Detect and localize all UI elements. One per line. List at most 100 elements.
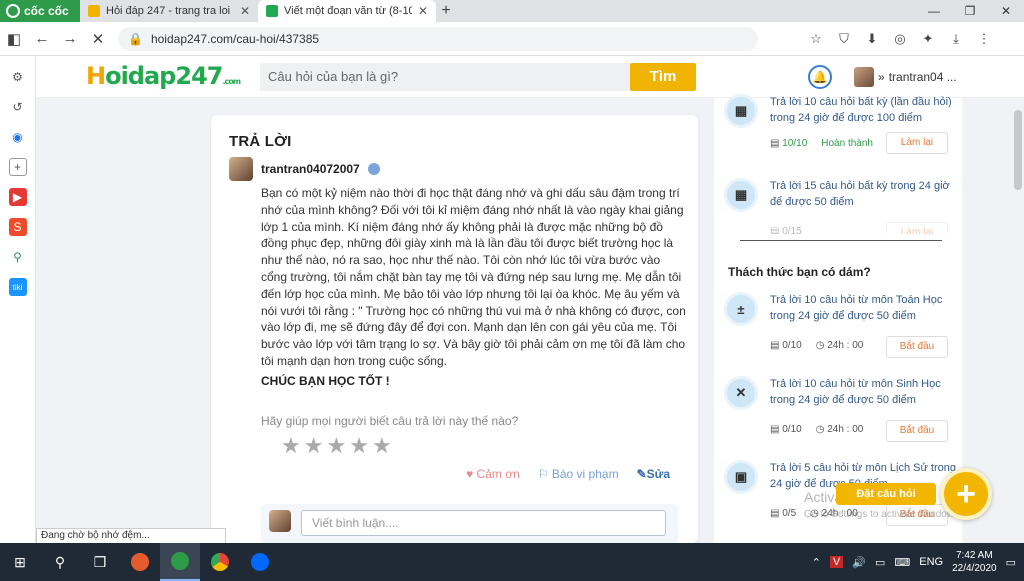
url-field[interactable]: 🔒 hoidap247.com/cau-hoi/437385 — [118, 26, 758, 51]
site-logo[interactable]: Hoidap247.com — [86, 62, 241, 90]
shield-icon[interactable]: ⛉ — [836, 31, 852, 47]
search-input[interactable]: Câu hỏi của bạn là gì? — [260, 63, 630, 91]
menu-icon[interactable]: ⋮ — [976, 31, 992, 47]
answer-actions: ♥ Cảm ơn ⚐ Báo vi phạm ✎Sửa — [466, 467, 670, 481]
edit-button[interactable]: ✎Sửa — [637, 467, 670, 481]
user-menu[interactable]: » trantran04 ... — [854, 67, 957, 87]
shopee-icon[interactable]: S — [8, 218, 27, 236]
document-icon: ▤ — [770, 508, 780, 519]
keyboard-icon[interactable]: ⌨ — [894, 556, 910, 569]
answer-author: trantran04072007 — [229, 157, 380, 181]
comment-input[interactable]: Viết bình luận.... — [301, 510, 666, 536]
window-controls: — ❐ ✕ — [916, 0, 1024, 22]
author-name[interactable]: trantran04072007 — [261, 162, 360, 176]
coccoc-taskbar-icon[interactable] — [160, 543, 200, 581]
vietkey-icon[interactable]: V — [829, 556, 844, 568]
task-view-icon[interactable]: ❒ — [80, 543, 120, 581]
download-icon[interactable]: ⤓ — [948, 31, 964, 47]
math-icon: ± — [724, 292, 758, 326]
redo-button[interactable]: Làm lại — [886, 132, 948, 154]
document-icon: ▤ — [770, 424, 780, 435]
page-scrollbar[interactable] — [1014, 110, 1022, 190]
browser-brand-button[interactable]: cốc cốc — [0, 0, 80, 22]
url-text: hoidap247.com/cau-hoi/437385 — [150, 31, 320, 46]
star-icon[interactable]: ★ — [304, 435, 324, 457]
volume-icon[interactable]: 🔊 — [852, 556, 866, 569]
zalo-taskbar-icon[interactable] — [240, 543, 280, 581]
pencil-icon: ✎ — [636, 467, 647, 481]
settings-icon[interactable]: ⚙ — [9, 68, 27, 86]
task-text: Trả lời 10 câu hỏi bất kỳ (lần đầu hỏi) … — [770, 96, 952, 124]
tab-title: Viết một đoạn văn từ (8-10 c... — [284, 5, 412, 17]
answer-heading: TRẢ LỜI — [229, 133, 292, 150]
browser-status-bar: Đang chờ bộ nhớ đệm... — [36, 528, 226, 544]
restore-icon[interactable]: ❐ — [952, 0, 988, 22]
report-button[interactable]: ⚐ Báo vi phạm — [538, 467, 619, 481]
ask-question-button[interactable]: + — [940, 468, 992, 520]
answer-body: Bạn có một kỷ niệm nào thời đi học thật … — [261, 186, 686, 368]
lock-icon: 🔒 — [128, 31, 143, 46]
language-indicator[interactable]: ENG — [919, 556, 943, 568]
download-video-icon[interactable]: ⬇ — [864, 31, 880, 47]
start-button[interactable]: Bắt đầu — [886, 336, 948, 358]
app-icon[interactable] — [120, 543, 160, 581]
thanks-button[interactable]: ♥ Cảm ơn — [466, 467, 520, 481]
tab-hoidap[interactable]: Hỏi đáp 247 - trang tra loi ✕ — [80, 0, 258, 22]
challenge-item: ✕ Trả lời 10 câu hỏi từ môn Sinh Học tro… — [724, 376, 954, 446]
hoidap-favicon-icon — [88, 5, 100, 17]
clock[interactable]: 7:42 AM 22/4/2020 — [952, 549, 997, 575]
new-tab-button[interactable]: + — [436, 0, 456, 22]
sidebar-toggle-icon[interactable]: ◧ — [0, 30, 28, 48]
avatar — [269, 510, 291, 532]
back-arrow-icon[interactable]: ← — [28, 30, 56, 47]
add-icon[interactable]: + — [8, 158, 27, 176]
stop-loading-icon[interactable]: ✕ — [84, 30, 112, 48]
tab-viet-doan-van[interactable]: Viết một đoạn văn từ (8-10 c... ✕ — [258, 0, 436, 22]
divider — [740, 240, 942, 241]
messenger-icon[interactable]: ◉ — [9, 128, 27, 146]
username: trantran04 ... — [888, 70, 957, 84]
search-button[interactable]: Tìm — [630, 63, 696, 91]
map-icon[interactable]: ⚲ — [9, 248, 27, 266]
star-icon[interactable]: ★ — [372, 435, 392, 457]
start-button[interactable]: Bắt đầu — [886, 420, 948, 442]
coccoc-extension-icon[interactable]: ◎ — [892, 31, 908, 47]
answer-closing: CHÚC BẠN HỌC TỐT ! — [261, 374, 390, 388]
ask-question-label[interactable]: Đặt câu hỏi — [836, 483, 936, 505]
challenge-text: Trả lời 10 câu hỏi từ môn Toán Học trong… — [770, 294, 943, 322]
toolbar-icons: ☆ ⛉ ⬇ ◎ ✦ ⤓ ⋮ — [808, 31, 992, 47]
tab-title: Hỏi đáp 247 - trang tra loi — [106, 5, 231, 17]
battery-icon[interactable]: ▭ — [875, 556, 885, 569]
rank-badge-icon — [367, 163, 380, 175]
close-tab-icon[interactable]: ✕ — [240, 4, 250, 18]
history-icon[interactable]: ↺ — [9, 98, 27, 116]
star-icon[interactable]: ★ — [349, 435, 369, 457]
document-icon: ▤ — [770, 138, 780, 149]
clock-icon: ◷ — [815, 340, 825, 351]
challenge-item: ± Trả lời 10 câu hỏi từ môn Toán Học tro… — [724, 292, 954, 362]
notification-center-icon[interactable]: ▭ — [1006, 556, 1016, 569]
notification-bell-icon[interactable]: 🔔 — [808, 65, 832, 89]
chevron-up-icon[interactable]: ⌃ — [812, 556, 821, 569]
windows-start-icon[interactable]: ⊞ — [0, 543, 40, 581]
minimize-icon[interactable]: — — [916, 0, 952, 22]
search-icon[interactable]: ⚲ — [40, 543, 80, 581]
avatar[interactable] — [229, 157, 253, 181]
extension-icon[interactable]: ✦ — [920, 31, 936, 47]
youtube-icon[interactable]: ▶ — [8, 188, 27, 206]
star-icon[interactable]: ★ — [326, 435, 346, 457]
site-header: Hoidap247.com Câu hỏi của bạn là gì? Tìm… — [36, 56, 1024, 98]
star-icon[interactable]: ★ — [281, 435, 301, 457]
redo-button[interactable]: Làm lại — [886, 222, 948, 234]
forward-arrow-icon[interactable]: → — [56, 30, 84, 47]
chevron-down-icon: » — [878, 70, 885, 84]
bookmark-star-icon[interactable]: ☆ — [808, 31, 824, 47]
close-window-icon[interactable]: ✕ — [988, 0, 1024, 22]
browser-brand-label: cốc cốc — [24, 4, 69, 18]
plus-icon: + — [956, 474, 976, 513]
close-tab-icon[interactable]: ✕ — [418, 4, 428, 18]
chrome-taskbar-icon[interactable] — [200, 543, 240, 581]
tiki-icon[interactable]: tiki — [8, 278, 27, 296]
browser-tab-bar: cốc cốc Hỏi đáp 247 - trang tra loi ✕ Vi… — [0, 0, 1024, 22]
challenge-meta: ▤ 0/10 ◷ 24h : 00 — [770, 340, 864, 351]
